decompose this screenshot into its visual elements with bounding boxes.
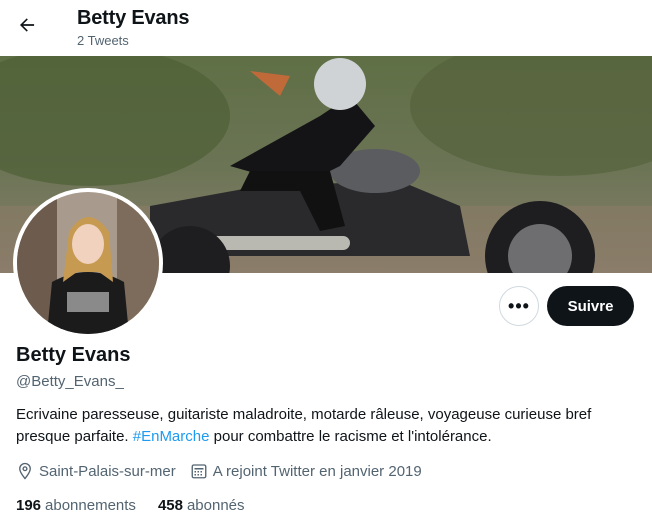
following-link[interactable]: 196 abonnements — [16, 497, 136, 514]
follow-stats: 196 abonnements 458 abonnés — [16, 497, 267, 514]
following-label: abonnements — [45, 497, 136, 514]
header-tweet-count: 2 Tweets — [77, 33, 129, 48]
location-text: Saint-Palais-sur-mer — [39, 462, 176, 480]
location-pin-icon — [19, 462, 31, 480]
calendar-icon — [191, 464, 207, 479]
followers-label: abonnés — [186, 497, 245, 514]
joined-text: A rejoint Twitter en janvier 2019 — [212, 462, 422, 480]
bio-text-part2: pour combattre le racisme et l'intoléran… — [209, 428, 492, 445]
profile-header-bar: Betty Evans 2 Tweets — [0, 0, 652, 56]
more-options-button[interactable]: ••• — [499, 286, 539, 326]
header-profile-name: Betty Evans — [77, 7, 190, 29]
profile-name: Betty Evans — [16, 344, 131, 366]
follow-button[interactable]: Suivre — [547, 286, 634, 326]
profile-avatar[interactable] — [13, 188, 163, 338]
avatar-photo — [17, 192, 159, 334]
location-item: Saint-Palais-sur-mer — [16, 462, 176, 480]
arrow-left-icon — [20, 18, 35, 32]
bio-hashtag-link[interactable]: #EnMarche — [133, 428, 210, 445]
profile-meta: Saint-Palais-sur-mer A rejoint Twitter e… — [16, 461, 436, 481]
profile-bio: Ecrivaine paresseuse, guitariste maladro… — [16, 404, 636, 448]
following-count: 196 — [16, 497, 42, 514]
joined-item: A rejoint Twitter en janvier 2019 — [190, 462, 422, 480]
followers-link[interactable]: 458 abonnés — [158, 497, 245, 514]
profile-handle: @Betty_Evans_ — [16, 373, 124, 390]
back-button[interactable] — [10, 8, 44, 42]
followers-count: 458 — [157, 497, 183, 514]
